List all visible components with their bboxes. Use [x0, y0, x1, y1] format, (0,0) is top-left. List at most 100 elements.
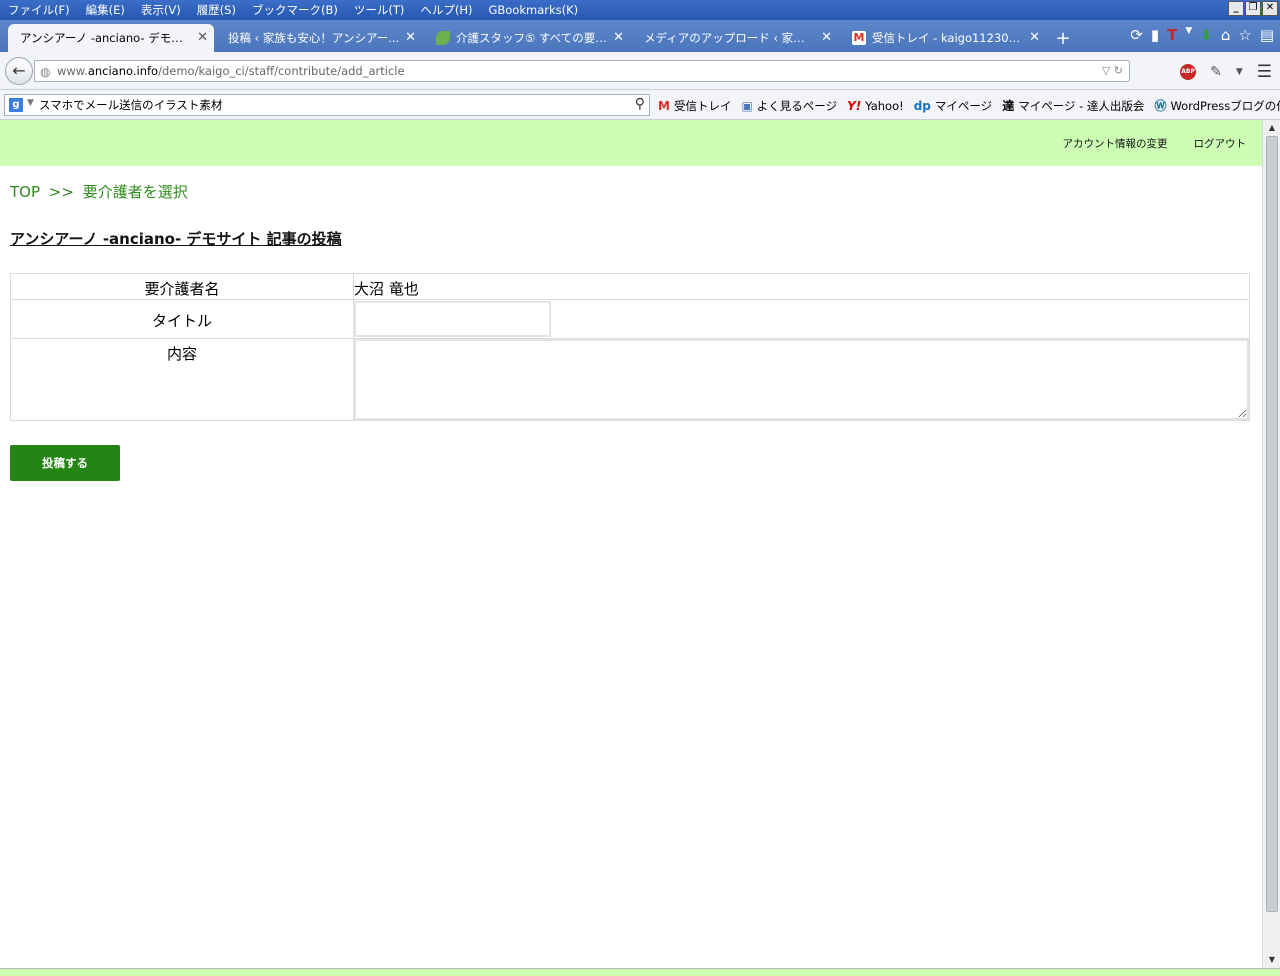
title-input[interactable]: [354, 301, 551, 337]
breadcrumb-top-link[interactable]: TOP: [10, 183, 40, 201]
tab-bar: アンシアーノ -anciano- デモサイト... ✕ 投稿 ‹ 家族も安心！ア…: [0, 20, 1280, 52]
scroll-up-icon[interactable]: ▲: [1265, 121, 1279, 135]
tab-close-icon[interactable]: ✕: [821, 30, 832, 45]
bookmark-label: よく見るページ: [756, 98, 838, 113]
menu-edit[interactable]: 編集(E): [78, 2, 133, 18]
window-controls: _ ❐ ✕: [1228, 1, 1278, 16]
adblock-icon[interactable]: ABP: [1180, 64, 1197, 80]
restore-icon[interactable]: ❐: [1245, 1, 1261, 16]
care-recipient-name: 大沼 竜也: [353, 273, 1250, 300]
site-header: アカウント情報の変更 ログアウト: [0, 120, 1262, 166]
bookmark-yahoo[interactable]: Y! Yahoo!: [847, 97, 904, 114]
star-icon[interactable]: ☆: [1238, 26, 1251, 44]
extension-icon[interactable]: ✎: [1210, 64, 1222, 80]
home-icon[interactable]: ⌂: [1221, 26, 1231, 44]
wordpress-icon: Ⓦ: [1154, 99, 1167, 113]
article-form-table: 要介護者名 大沼 竜也 タイトル 内容: [10, 273, 1250, 421]
bookmark-manager-icon[interactable]: ▮: [1151, 26, 1159, 44]
bookmark-frequent[interactable]: ▣ よく見るページ: [741, 97, 837, 114]
leaf-icon: [436, 31, 450, 45]
breadcrumb-select-recipient-link[interactable]: 要介護者を選択: [83, 183, 188, 201]
page-viewport: アカウント情報の変更 ログアウト TOP >> 要介護者を選択 アンシアーノ -…: [0, 120, 1262, 968]
tab-care-staff[interactable]: 介護スタッフ⑤ すべての要介... ✕: [424, 24, 630, 52]
menu-gbookmarks[interactable]: GBookmarks(K): [480, 3, 586, 17]
text-tool-icon[interactable]: T: [1167, 26, 1177, 44]
tab-media-upload[interactable]: メディアのアップロード ‹ 家族も安... ✕: [632, 24, 838, 52]
menu-history[interactable]: 履歴(S): [189, 2, 244, 18]
url-dropdown-icon[interactable]: ▽: [1102, 64, 1110, 77]
menu-view[interactable]: 表示(V): [133, 2, 189, 18]
tatsujin-icon: 達: [1002, 99, 1015, 113]
mypage-icon: dp: [913, 98, 931, 113]
url-prefix: www.: [57, 64, 88, 78]
vertical-scrollbar[interactable]: ▲ ▼: [1262, 120, 1280, 968]
search-engine-dropdown-icon[interactable]: ▼: [27, 98, 34, 108]
navigation-bar: ← ◍ www. anciano.info/demo/kaigo_ci/staff…: [0, 52, 1280, 90]
back-arrow-icon[interactable]: ←: [5, 57, 33, 85]
tab-close-icon[interactable]: ✕: [405, 30, 416, 45]
reload-icon[interactable]: ↻: [1114, 64, 1123, 77]
bookmark-label: 受信トレイ: [673, 98, 732, 113]
minimize-icon[interactable]: _: [1228, 1, 1244, 16]
bookmark-label: マイページ - 達人出版会: [1018, 98, 1145, 113]
tab-close-icon[interactable]: ✕: [1029, 30, 1040, 45]
close-window-icon[interactable]: ✕: [1262, 1, 1278, 16]
bookmark-tatsujin[interactable]: 達 マイページ - 達人出版会: [1002, 97, 1144, 114]
account-settings-link[interactable]: アカウント情報の変更: [1063, 136, 1168, 151]
care-recipient-label: 要介護者名: [10, 273, 354, 300]
tab-label: メディアのアップロード ‹ 家族も安...: [644, 31, 816, 45]
bookmark-inbox[interactable]: M 受信トレイ: [658, 97, 731, 114]
bookmark-mypage[interactable]: dp マイページ: [914, 97, 992, 114]
content-textarea[interactable]: [354, 339, 1249, 420]
sidebar-icon[interactable]: ▤: [1260, 26, 1274, 44]
bookmark-wordpress[interactable]: Ⓦ WordPressブログの作成...: [1154, 97, 1280, 114]
menu-bookmarks[interactable]: ブックマーク(B): [244, 2, 346, 18]
url-path: /demo/kaigo_ci/staff/contribute/add_arti…: [158, 64, 405, 78]
menu-tools[interactable]: ツール(T): [346, 2, 413, 18]
google-search-box[interactable]: g ▼ スマホでメール送信のイラスト素材 ⚲: [4, 94, 650, 116]
bookmark-list: M 受信トレイ ▣ よく見るページ Y! Yahoo! dp マイページ 達 マ…: [658, 97, 1280, 114]
dropdown-icon[interactable]: ▼: [1185, 26, 1192, 44]
logout-link[interactable]: ログアウト: [1194, 136, 1247, 151]
gmail-icon: M: [658, 98, 670, 113]
search-icon[interactable]: ⚲: [635, 96, 645, 112]
folder-icon: ▣: [741, 98, 753, 113]
url-bar[interactable]: ◍ www. anciano.info/demo/kaigo_ci/staff/c…: [34, 60, 1130, 82]
menu-help[interactable]: ヘルプ(H): [412, 2, 480, 18]
globe-icon: ◍: [40, 65, 51, 79]
menu-hamburger-icon[interactable]: ☰: [1257, 62, 1272, 82]
content-cell: [353, 338, 1250, 421]
menu-file[interactable]: ファイル(F): [0, 2, 78, 18]
title-label: タイトル: [10, 299, 354, 339]
menu-bar: ファイル(F) 編集(E) 表示(V) 履歴(S) ブックマーク(B) ツール(…: [0, 0, 1280, 20]
bookmark-label: Yahoo!: [865, 98, 904, 113]
download-icon[interactable]: ⬇: [1200, 26, 1213, 44]
sync-icon[interactable]: ⟳: [1130, 26, 1143, 44]
form-row-recipient: 要介護者名 大沼 竜也: [10, 273, 1250, 300]
header-links: アカウント情報の変更 ログアウト: [1063, 136, 1247, 151]
gmail-icon: M: [852, 31, 866, 45]
form-row-content: 内容: [10, 338, 1250, 421]
nav-extensions: ABP ✎ ▼ ☰: [1180, 62, 1272, 82]
breadcrumb-separator: >>: [48, 183, 74, 201]
scroll-thumb[interactable]: [1266, 136, 1278, 912]
bookmark-label: マイページ: [934, 98, 993, 113]
tab-close-icon[interactable]: ✕: [197, 30, 208, 45]
toolbar-icons: ⟳ ▮ T ▼ ⬇ ⌂ ☆ ▤: [1130, 26, 1274, 44]
tab-label: 介護スタッフ⑤ すべての要介...: [456, 31, 608, 45]
title-cell: [353, 299, 1250, 339]
search-input[interactable]: スマホでメール送信のイラスト素材: [39, 97, 222, 113]
tab-anciano-demo[interactable]: アンシアーノ -anciano- デモサイト... ✕: [8, 24, 214, 52]
page-title: アンシアーノ -anciano- デモサイト 記事の投稿: [10, 230, 342, 248]
google-icon: g: [9, 98, 23, 112]
bookmark-label: WordPressブログの作成...: [1170, 98, 1280, 113]
new-tab-icon[interactable]: +: [1048, 24, 1078, 52]
submit-post-button[interactable]: 投稿する: [10, 445, 120, 481]
extension-dropdown-icon[interactable]: ▼: [1236, 67, 1243, 77]
tab-gmail-inbox[interactable]: M 受信トレイ - kaigo11230808... ✕: [840, 24, 1046, 52]
scroll-down-icon[interactable]: ▼: [1265, 953, 1279, 967]
url-actions: ▽ ↻: [1102, 64, 1123, 77]
tab-post-wordpress[interactable]: 投稿 ‹ 家族も安心！アンシアー... ✕: [216, 24, 422, 52]
status-strip: [0, 968, 1280, 976]
tab-close-icon[interactable]: ✕: [613, 30, 624, 45]
